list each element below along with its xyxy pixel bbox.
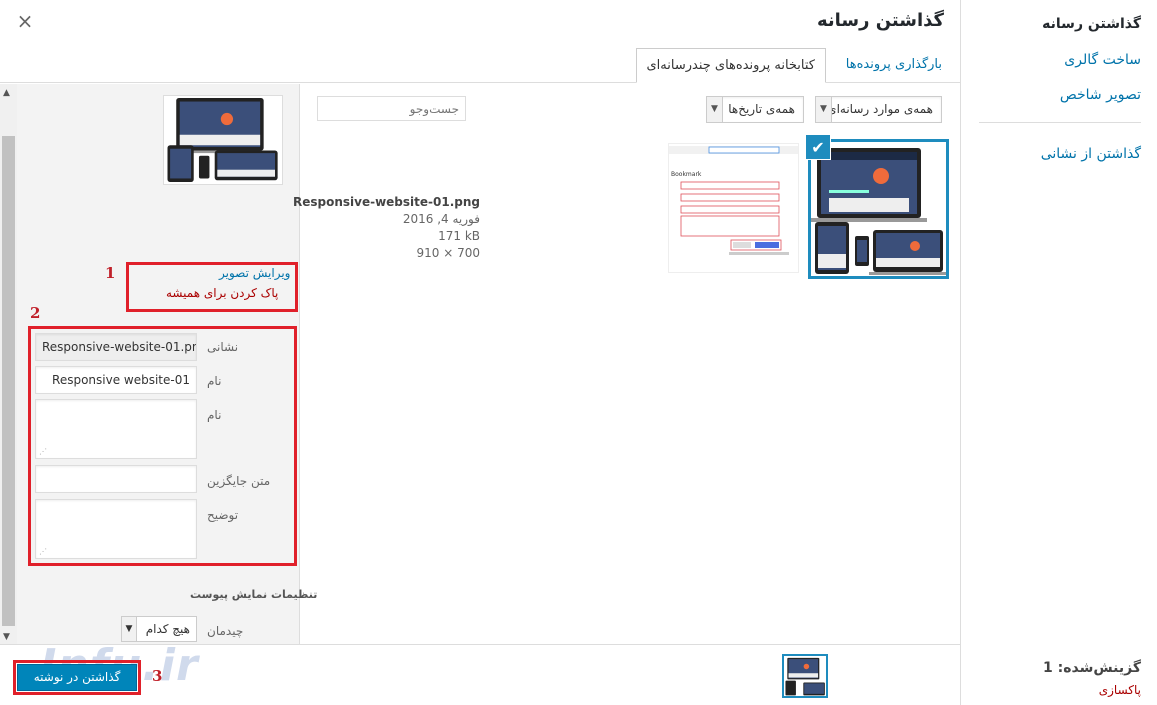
frame-title: گذاشتن رسانه: [816, 10, 944, 31]
date-filter[interactable]: همه‌ی تاریخ‌ها ▼: [706, 96, 804, 123]
chevron-down-icon: ▼: [816, 97, 832, 122]
display-settings-title: تنظیمات نمایش پیوست: [190, 588, 318, 601]
attachment-dimensions: 910 × 700: [416, 246, 481, 260]
annotation-number-2: 2: [30, 304, 41, 322]
scroll-up-icon[interactable]: ▲: [3, 88, 10, 98]
tab-media-library[interactable]: کتابخانه پرونده‌های چندرسانه‌ای: [635, 48, 826, 83]
attachment-preview: [163, 95, 283, 185]
date-filter-label: همه‌ی تاریخ‌ها: [728, 102, 795, 116]
annotation-box-1: [126, 262, 298, 312]
scroll-thumb[interactable]: [2, 136, 15, 626]
scroll-down-icon[interactable]: ▼: [3, 632, 10, 642]
annotation-number-3: 3: [152, 667, 163, 685]
attachment-bookmark-screenshot[interactable]: Bookmark: [668, 143, 799, 273]
bookmark-form-thumbnail: Bookmark: [669, 146, 798, 255]
selected-attachment-thumb[interactable]: [782, 654, 828, 698]
annotation-box-3: [13, 660, 141, 695]
attachment-date: فوریه 4, 2016: [402, 212, 480, 226]
clear-selection-link[interactable]: پاکسازی: [1099, 683, 1141, 697]
sidebar-scrollbar[interactable]: ▲ ▼: [0, 84, 17, 644]
selected-thumbnail-image: [785, 657, 825, 696]
search-input[interactable]: [317, 96, 466, 121]
attachment-size: 171 kB: [438, 229, 480, 243]
attachment-responsive-website[interactable]: [808, 139, 949, 279]
menu-item-featured-image[interactable]: تصویر شاخص: [1060, 87, 1141, 103]
responsive-website-thumbnail: [811, 148, 947, 275]
bookmark-heading: Bookmark: [671, 171, 702, 178]
menu-title-insert-media[interactable]: گذاشتن رسانه: [1042, 16, 1141, 32]
annotation-number-1: 1: [105, 264, 116, 282]
media-type-filter[interactable]: همه‌ی موارد رسانه‌ای ▼: [815, 96, 942, 123]
menu-item-create-gallery[interactable]: ساخت گالری: [1064, 52, 1141, 68]
responsive-website-preview: [167, 98, 278, 182]
alignment-label: چیدمان: [207, 624, 244, 638]
selected-check-icon[interactable]: ✔: [805, 134, 831, 160]
annotation-box-2: [28, 326, 297, 566]
chevron-down-icon: ▼: [122, 617, 137, 641]
media-type-filter-label: همه‌ی موارد رسانه‌ای: [827, 102, 933, 116]
alignment-value: هیچ کدام: [145, 622, 190, 636]
selection-count: گزینش‌شده: 1: [1043, 660, 1141, 676]
attachment-info: Responsive-website-01.png فوریه 4, 2016 …: [220, 194, 480, 262]
chevron-down-icon: ▼: [707, 97, 723, 122]
attachment-filename: Responsive-website-01.png: [292, 195, 480, 209]
menu-item-insert-from-url[interactable]: گذاشتن از نشانی: [1041, 146, 1141, 162]
alignment-select[interactable]: هیچ کدام ▼: [121, 616, 197, 642]
close-icon[interactable]: ×: [14, 10, 36, 32]
tab-upload-files[interactable]: بارگذاری پرونده‌ها: [836, 48, 952, 83]
menu-separator: [979, 122, 1141, 123]
media-menu: گذاشتن رسانه ساخت گالری تصویر شاخص گذاشت…: [960, 0, 1157, 705]
